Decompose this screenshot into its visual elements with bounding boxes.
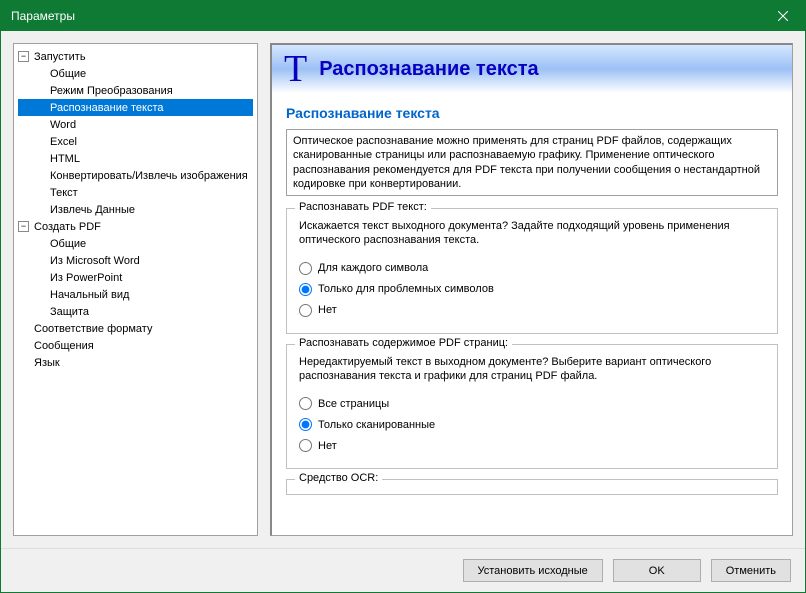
group-recognize-pdf-text: Распознавать PDF текст: Искажается текст… — [286, 208, 778, 334]
tree-item-general[interactable]: Общие — [18, 65, 253, 82]
tree-item-language[interactable]: Язык — [18, 354, 253, 371]
reset-button[interactable]: Установить исходные — [463, 559, 603, 582]
group-title: Распознавать содержимое PDF страниц: — [295, 337, 512, 349]
radio-no-pages[interactable]: Нет — [299, 435, 765, 456]
section-title: Распознавание текста — [286, 105, 778, 121]
group-ocr-tool: Средство OCR: — [286, 479, 778, 495]
collapse-icon[interactable]: − — [18, 51, 29, 62]
tree-item-format-compliance[interactable]: Соответствие формату — [18, 320, 253, 337]
close-button[interactable] — [760, 1, 805, 31]
group-recognize-pdf-pages: Распознавать содержимое PDF страниц: Нер… — [286, 344, 778, 470]
tree-item-extract-data[interactable]: Извлечь Данные — [18, 201, 253, 218]
dialog-footer: Установить исходные OK Отменить — [1, 548, 805, 592]
settings-panel: T Распознавание текста Распознавание тек… — [270, 43, 793, 536]
tree-item-html[interactable]: HTML — [18, 150, 253, 167]
radio-all-pages[interactable]: Все страницы — [299, 393, 765, 414]
group-desc: Нередактируемый текст в выходном докумен… — [299, 355, 765, 384]
group-title: Средство OCR: — [295, 472, 382, 484]
group-desc: Искажается текст выходного документа? За… — [299, 219, 765, 248]
tree-item-text-recognition[interactable]: Распознавание текста — [18, 99, 253, 116]
tree-item-from-ppt[interactable]: Из PowerPoint — [18, 269, 253, 286]
tree-item-conversion-mode[interactable]: Режим Преобразования — [18, 82, 253, 99]
cancel-button[interactable]: Отменить — [711, 559, 791, 582]
group-title: Распознавать PDF текст: — [295, 201, 431, 213]
tree-item-convert-extract[interactable]: Конвертировать/Извлечь изображения — [18, 167, 253, 184]
tree-item-text[interactable]: Текст — [18, 184, 253, 201]
radio-scanned-only[interactable]: Только сканированные — [299, 414, 765, 435]
window-title: Параметры — [11, 9, 75, 23]
tree-item-excel[interactable]: Excel — [18, 133, 253, 150]
text-icon: T — [284, 47, 307, 91]
tree-item-pdf-general[interactable]: Общие — [18, 235, 253, 252]
titlebar: Параметры — [1, 1, 805, 31]
radio-no-text[interactable]: Нет — [299, 300, 765, 321]
navigation-tree[interactable]: − Запустить Общие Режим Преобразования Р… — [13, 43, 258, 536]
ok-button[interactable]: OK — [613, 559, 701, 582]
panel-title: Распознавание текста — [319, 58, 538, 81]
tree-item-create-pdf[interactable]: − Создать PDF — [18, 218, 253, 235]
tree-item-security[interactable]: Защита — [18, 303, 253, 320]
radio-problem-chars[interactable]: Только для проблемных символов — [299, 279, 765, 300]
close-icon — [778, 11, 788, 21]
panel-header: T Распознавание текста — [272, 45, 792, 93]
tree-item-initial-view[interactable]: Начальный вид — [18, 286, 253, 303]
collapse-icon[interactable]: − — [18, 221, 29, 232]
tree-item-messages[interactable]: Сообщения — [18, 337, 253, 354]
radio-every-char[interactable]: Для каждого символа — [299, 258, 765, 279]
tree-item-launch[interactable]: − Запустить — [18, 48, 253, 65]
info-text: Оптическое распознавание можно применять… — [286, 129, 778, 196]
tree-item-from-word[interactable]: Из Microsoft Word — [18, 252, 253, 269]
tree-item-word[interactable]: Word — [18, 116, 253, 133]
